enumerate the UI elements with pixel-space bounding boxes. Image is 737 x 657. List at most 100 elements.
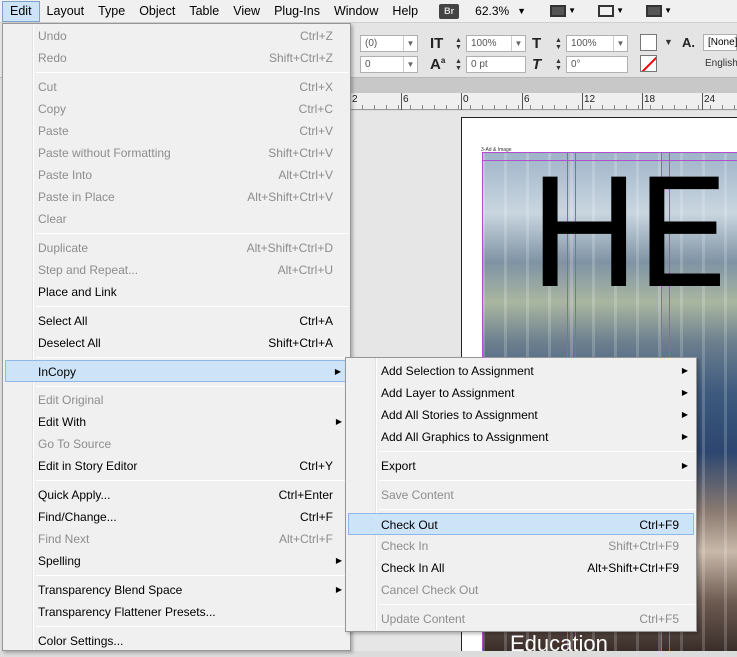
bridge-button[interactable]: Br bbox=[439, 3, 460, 19]
submenu-item-check-in-all[interactable]: Check In All Alt+Shift+Ctrl+F9 bbox=[348, 557, 694, 579]
submenu-item-save-content[interactable]: Save Content bbox=[348, 484, 694, 506]
submenu-item-check-in[interactable]: Check In Shift+Ctrl+F9 bbox=[348, 535, 694, 557]
menu-separator bbox=[379, 509, 695, 510]
fill-swatch[interactable] bbox=[640, 34, 657, 51]
submenu-item-export[interactable]: Export ▶ bbox=[348, 455, 694, 477]
menu-help[interactable]: Help bbox=[385, 1, 425, 22]
menu-item-place-and-link[interactable]: Place and Link bbox=[5, 281, 348, 303]
submenu-arrow-icon: ▶ bbox=[335, 556, 342, 565]
menu-item-redo[interactable]: Redo Shift+Ctrl+Z bbox=[5, 47, 348, 69]
menu-window[interactable]: Window bbox=[327, 1, 385, 22]
menu-edit[interactable]: Edit bbox=[2, 0, 40, 22]
tracking-field[interactable]: 0 ▼ bbox=[360, 56, 418, 73]
menu-bar: Edit Layout Type Object Table View Plug-… bbox=[0, 0, 737, 23]
baseline-shift-spinner[interactable]: ▲ ▼ bbox=[455, 58, 462, 72]
menu-separator bbox=[36, 72, 349, 73]
language-field[interactable]: English bbox=[705, 58, 737, 69]
menu-type[interactable]: Type bbox=[91, 1, 132, 22]
menu-item-paste-in-place[interactable]: Paste in Place Alt+Shift+Ctrl+V bbox=[5, 186, 348, 208]
menu-item-transparency-blend-space[interactable]: Transparency Blend Space ▶ bbox=[5, 579, 348, 601]
menu-layout[interactable]: Layout bbox=[40, 1, 92, 22]
submenu-arrow-icon: ▶ bbox=[681, 388, 688, 397]
menu-item-edit-in-story-editor[interactable]: Edit in Story Editor Ctrl+Y bbox=[5, 455, 348, 477]
menu-item-color-settings[interactable]: Color Settings... bbox=[5, 630, 348, 652]
submenu-arrow-icon: ▶ bbox=[681, 366, 688, 375]
menu-item-spelling[interactable]: Spelling ▶ bbox=[5, 550, 348, 572]
document-headline[interactable]: HE bbox=[528, 160, 730, 310]
menu-item-paste[interactable]: Paste Ctrl+V bbox=[5, 120, 348, 142]
submenu-arrow-icon: ▶ bbox=[335, 585, 342, 594]
menu-separator bbox=[36, 306, 349, 307]
skew-spinner[interactable]: ▲ ▼ bbox=[555, 58, 562, 72]
menu-item-transparency-flattener-presets[interactable]: Transparency Flattener Presets... bbox=[5, 601, 348, 623]
menu-separator bbox=[379, 604, 695, 605]
menu-item-paste-into[interactable]: Paste Into Alt+Ctrl+V bbox=[5, 164, 348, 186]
menu-object[interactable]: Object bbox=[132, 1, 182, 22]
submenu-arrow-icon: ▶ bbox=[334, 367, 341, 376]
menu-item-edit-with[interactable]: Edit With ▶ bbox=[5, 411, 348, 433]
submenu-item-cancel-check-out[interactable]: Cancel Check Out bbox=[348, 579, 694, 601]
menu-separator bbox=[379, 451, 695, 452]
menu-separator bbox=[36, 357, 349, 358]
menu-item-step-and-repeat[interactable]: Step and Repeat... Alt+Ctrl+U bbox=[5, 259, 348, 281]
menu-item-cut[interactable]: Cut Ctrl+X bbox=[5, 76, 348, 98]
menu-view[interactable]: View bbox=[226, 1, 267, 22]
baseline-shift-field[interactable]: 0 pt bbox=[466, 56, 526, 73]
submenu-arrow-icon: ▶ bbox=[681, 432, 688, 441]
horizontal-scale-field[interactable]: 100% ▼ bbox=[566, 35, 628, 52]
menu-item-undo[interactable]: Undo Ctrl+Z bbox=[5, 25, 348, 47]
baseline-shift-icon: Aa bbox=[430, 56, 446, 73]
incopy-submenu: Add Selection to Assignment ▶ Add Layer t… bbox=[345, 357, 697, 632]
vertical-scale-spinner[interactable]: ▲ ▼ bbox=[455, 37, 462, 51]
menu-item-edit-original[interactable]: Edit Original bbox=[5, 389, 348, 411]
menu-separator bbox=[36, 480, 349, 481]
swatch-dropdown-icon[interactable]: ▼ bbox=[664, 37, 673, 47]
menu-item-find-next[interactable]: Find Next Alt+Ctrl+F bbox=[5, 528, 348, 550]
zoom-level[interactable]: 62.3% bbox=[475, 4, 509, 18]
menu-item-deselect-all[interactable]: Deselect All Shift+Ctrl+A bbox=[5, 332, 348, 354]
submenu-arrow-icon: ▶ bbox=[681, 461, 688, 470]
document-caption[interactable]: Education bbox=[510, 631, 608, 657]
character-style-field[interactable]: [None] bbox=[703, 34, 737, 51]
menu-separator bbox=[36, 575, 349, 576]
menu-separator bbox=[36, 233, 349, 234]
horizontal-ruler: 2 6 0 6 12 18 24 bbox=[350, 93, 737, 110]
submenu-item-update-content[interactable]: Update Content Ctrl+F5 bbox=[348, 608, 694, 630]
kerning-field[interactable]: (0) ▼ bbox=[360, 35, 418, 52]
menu-item-duplicate[interactable]: Duplicate Alt+Shift+Ctrl+D bbox=[5, 237, 348, 259]
skew-field[interactable]: 0° bbox=[566, 56, 628, 73]
horizontal-scale-spinner[interactable]: ▲ ▼ bbox=[555, 37, 562, 51]
menu-separator bbox=[36, 386, 349, 387]
menu-separator bbox=[36, 626, 349, 627]
menu-plug-ins[interactable]: Plug-Ins bbox=[267, 1, 327, 22]
submenu-item-add-all-stories[interactable]: Add All Stories to Assignment ▶ bbox=[348, 404, 694, 426]
screen-mode-icon[interactable]: ▼ bbox=[598, 3, 624, 19]
vertical-scale-icon: IT bbox=[430, 35, 444, 52]
submenu-item-check-out[interactable]: Check Out Ctrl+F9 bbox=[348, 513, 694, 535]
arrange-documents-icon[interactable]: ▼ bbox=[646, 3, 672, 19]
vertical-scale-field[interactable]: 100% ▼ bbox=[466, 35, 526, 52]
menu-item-incopy[interactable]: InCopy ▶ bbox=[5, 360, 348, 382]
menu-item-go-to-source[interactable]: Go To Source bbox=[5, 433, 348, 455]
menu-separator bbox=[379, 480, 695, 481]
edit-menu: Undo Ctrl+Z Redo Shift+Ctrl+Z Cut Ctrl+X Co… bbox=[2, 23, 351, 651]
menu-item-find-change[interactable]: Find/Change... Ctrl+F bbox=[5, 506, 348, 528]
stroke-none-swatch[interactable] bbox=[640, 55, 657, 72]
menu-item-clear[interactable]: Clear bbox=[5, 208, 348, 230]
skew-icon: T bbox=[532, 56, 542, 73]
menu-item-select-all[interactable]: Select All Ctrl+A bbox=[5, 310, 348, 332]
menu-item-paste-without-formatting[interactable]: Paste without Formatting Shift+Ctrl+V bbox=[5, 142, 348, 164]
frame-label: 3-Ad & Image bbox=[481, 147, 512, 153]
submenu-arrow-icon: ▶ bbox=[681, 410, 688, 419]
submenu-item-add-all-graphics[interactable]: Add All Graphics to Assignment ▶ bbox=[348, 426, 694, 448]
view-options-icon[interactable]: ▼ bbox=[550, 3, 576, 19]
tab-strip bbox=[350, 78, 737, 93]
zoom-dropdown-icon[interactable]: ▼ bbox=[517, 6, 526, 16]
menu-item-copy[interactable]: Copy Ctrl+C bbox=[5, 98, 348, 120]
submenu-item-add-layer[interactable]: Add Layer to Assignment ▶ bbox=[348, 382, 694, 404]
submenu-arrow-icon: ▶ bbox=[335, 417, 342, 426]
menu-table[interactable]: Table bbox=[182, 1, 226, 22]
menu-item-quick-apply[interactable]: Quick Apply... Ctrl+Enter bbox=[5, 484, 348, 506]
submenu-item-add-selection[interactable]: Add Selection to Assignment ▶ bbox=[348, 360, 694, 382]
horizontal-scale-icon: T bbox=[532, 35, 542, 52]
